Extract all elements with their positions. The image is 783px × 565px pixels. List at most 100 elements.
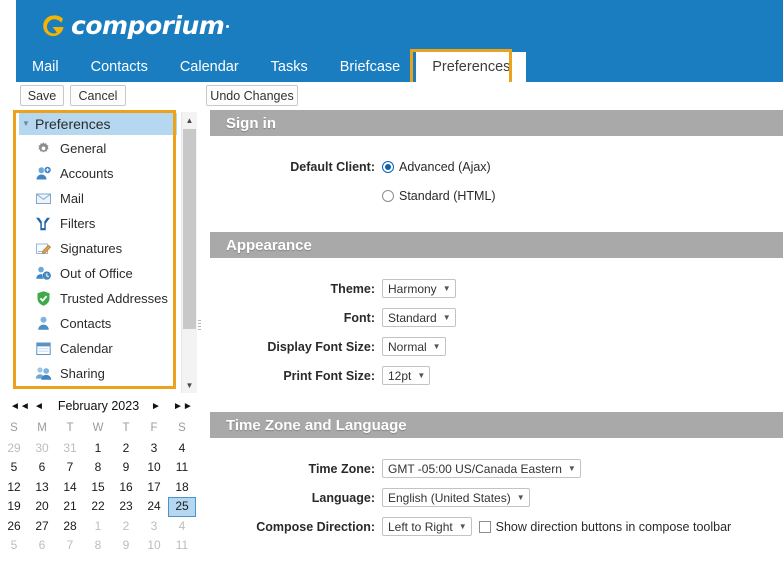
mini-calendar-day[interactable]: 29: [0, 439, 28, 459]
mini-calendar-day[interactable]: 12: [0, 478, 28, 498]
mini-calendar-day[interactable]: 10: [140, 458, 168, 478]
tab-calendar[interactable]: Calendar: [164, 52, 255, 82]
double-chevron-right-icon[interactable]: ►►: [173, 400, 193, 414]
mini-calendar-day[interactable]: 31: [56, 439, 84, 459]
mini-calendar-day[interactable]: 7: [56, 458, 84, 478]
caret-down-icon: ▼: [22, 119, 30, 128]
tab-preferences[interactable]: Preferences: [416, 52, 527, 82]
scrollbar-thumb[interactable]: [183, 129, 196, 329]
language-row: Language: English (United States) ▼: [210, 483, 783, 512]
mini-calendar-day[interactable]: 15: [84, 478, 112, 498]
mini-calendar-day[interactable]: 5: [0, 536, 28, 556]
tab-contacts[interactable]: Contacts: [75, 52, 164, 82]
mini-calendar-day[interactable]: 27: [28, 517, 56, 537]
comporium-swoosh-logo-icon: [38, 11, 68, 41]
sidebar-item-signatures[interactable]: Signatures: [19, 236, 177, 261]
mini-calendar-day[interactable]: 11: [168, 458, 196, 478]
mini-calendar-day[interactable]: 8: [84, 458, 112, 478]
comporium-logo[interactable]: comporium: [38, 10, 230, 42]
mini-calendar-day[interactable]: 18: [168, 478, 196, 498]
radio-standard-html[interactable]: [382, 189, 394, 202]
mini-calendar-day[interactable]: 21: [56, 497, 84, 517]
mini-calendar-day[interactable]: 13: [28, 478, 56, 498]
sidebar-scrollbar[interactable]: ▲ ▼: [181, 112, 197, 393]
mini-calendar-day[interactable]: 16: [112, 478, 140, 498]
theme-label: Theme:: [330, 281, 375, 296]
mini-calendar-day[interactable]: 2: [112, 517, 140, 537]
gear-icon: [35, 140, 52, 157]
mini-calendar-day[interactable]: 6: [28, 458, 56, 478]
chevron-down-icon: ▼: [567, 464, 576, 473]
sidebar-item-calendar[interactable]: Calendar: [19, 336, 177, 361]
time-zone-value: GMT -05:00 US/Canada Eastern: [388, 461, 562, 476]
default-client-row: Default Client: Advanced (Ajax): [210, 152, 783, 181]
mini-calendar-day[interactable]: 20: [28, 497, 56, 517]
tab-mail[interactable]: Mail: [16, 52, 75, 82]
language-select[interactable]: English (United States) ▼: [382, 488, 530, 507]
mini-calendar-day[interactable]: 4: [168, 517, 196, 537]
mini-calendar-day[interactable]: 23: [112, 497, 140, 517]
mini-calendar-day[interactable]: 10: [140, 536, 168, 556]
tab-briefcase[interactable]: Briefcase: [324, 52, 416, 82]
mini-calendar-day[interactable]: 2: [112, 439, 140, 459]
sidebar-item-label: Signatures: [60, 241, 123, 256]
theme-select[interactable]: Harmony ▼: [382, 279, 456, 298]
mini-calendar-day[interactable]: 3: [140, 439, 168, 459]
cancel-button[interactable]: Cancel: [70, 85, 126, 106]
print-font-size-select[interactable]: 12pt ▼: [382, 366, 431, 385]
sidebar-header-preferences[interactable]: ▼ Preferences: [19, 113, 177, 135]
mini-calendar-day[interactable]: 24: [140, 497, 168, 517]
mini-calendar-day[interactable]: 22: [84, 497, 112, 517]
mini-calendar-day[interactable]: 11: [168, 536, 196, 556]
person-icon: [35, 315, 52, 332]
compose-direction-select[interactable]: Left to Right ▼: [382, 517, 472, 536]
sidebar-item-sharing[interactable]: Sharing: [19, 361, 177, 386]
mini-calendar-day[interactable]: 17: [140, 478, 168, 498]
tab-tasks[interactable]: Tasks: [255, 52, 324, 82]
mini-calendar-day[interactable]: 19: [0, 497, 28, 517]
mini-calendar-day[interactable]: 8: [84, 536, 112, 556]
mini-calendar-day[interactable]: 7: [56, 536, 84, 556]
sidebar-item-accounts[interactable]: Accounts: [19, 161, 177, 186]
chevron-up-icon[interactable]: ▲: [182, 112, 197, 128]
font-row: Font: Standard ▼: [210, 303, 783, 332]
font-select[interactable]: Standard ▼: [382, 308, 456, 327]
undo-changes-button[interactable]: Undo Changes: [206, 85, 298, 106]
mini-calendar-day[interactable]: 3: [140, 517, 168, 537]
sidebar-item-label: General: [60, 141, 107, 156]
nav-tabs: Mail Contacts Calendar Tasks Briefcase P…: [16, 52, 527, 82]
default-client-option-advanced[interactable]: Advanced (Ajax): [382, 160, 491, 174]
mini-calendar-day[interactable]: 6: [28, 536, 56, 556]
mini-calendar-day[interactable]: 1: [84, 439, 112, 459]
mini-calendar-day[interactable]: 5: [0, 458, 28, 478]
sidebar-item-general[interactable]: General: [19, 136, 177, 161]
mini-calendar-day[interactable]: 9: [112, 536, 140, 556]
sidebar-item-trusted-addresses[interactable]: Trusted Addresses: [19, 286, 177, 311]
sidebar-item-out-of-office[interactable]: Out of Office: [19, 261, 177, 286]
mini-calendar-day[interactable]: 9: [112, 458, 140, 478]
display-font-size-select[interactable]: Normal ▼: [382, 337, 446, 356]
mini-calendar-day-selected[interactable]: 25: [168, 497, 196, 517]
mini-calendar-day[interactable]: 4: [168, 439, 196, 459]
mini-calendar-day[interactable]: 14: [56, 478, 84, 498]
show-direction-buttons-checkbox[interactable]: [478, 520, 491, 533]
chevron-right-icon[interactable]: ►: [149, 400, 163, 414]
chevron-down-icon[interactable]: ▼: [182, 377, 197, 393]
webmail-preferences-page: comporium Mail Contacts Calendar Tasks B…: [0, 0, 783, 565]
dow-label: M: [37, 422, 47, 434]
default-client-option-standard[interactable]: Standard (HTML): [382, 189, 496, 203]
sidebar-item-mail[interactable]: Mail: [19, 186, 177, 211]
sidebar-item-filters[interactable]: Filters: [19, 211, 177, 236]
save-button[interactable]: Save: [20, 85, 64, 106]
radio-advanced-ajax[interactable]: [382, 160, 394, 173]
mini-calendar-day[interactable]: 1: [84, 517, 112, 537]
dow-label: T: [122, 422, 130, 434]
sidebar-item-contacts[interactable]: Contacts: [19, 311, 177, 336]
mini-calendar-day[interactable]: 30: [28, 439, 56, 459]
mini-calendar-day[interactable]: 26: [0, 517, 28, 537]
mini-calendar-day[interactable]: 28: [56, 517, 84, 537]
pane-splitter-handle[interactable]: [198, 318, 203, 336]
default-client-label: Default Client:: [290, 159, 375, 174]
dow-label: S: [10, 422, 18, 434]
time-zone-select[interactable]: GMT -05:00 US/Canada Eastern ▼: [382, 459, 581, 478]
